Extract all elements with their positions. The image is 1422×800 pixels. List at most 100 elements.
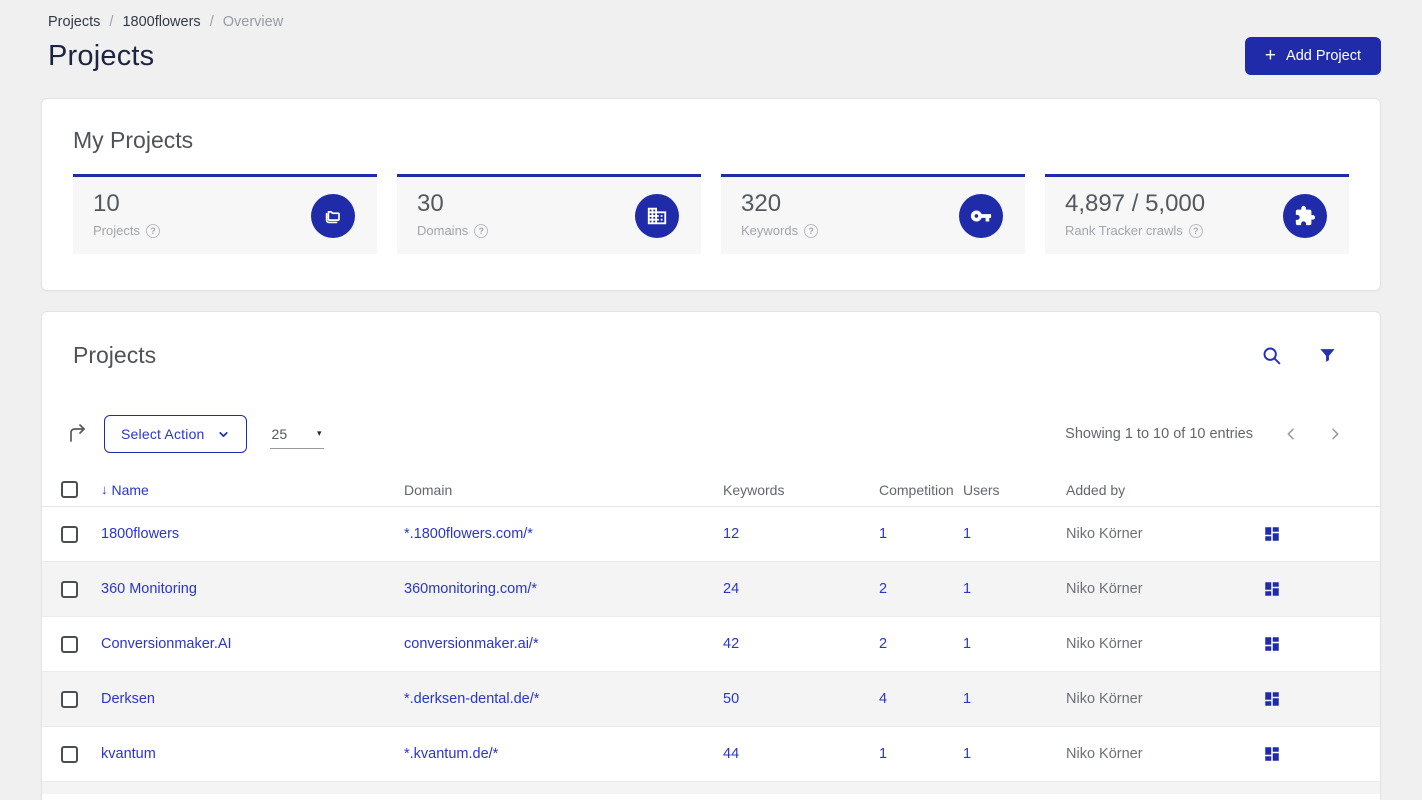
added-by-name: Niko Körner: [1066, 581, 1143, 597]
dropdown-triangle-icon: ▾: [317, 428, 322, 438]
help-icon[interactable]: ?: [804, 223, 819, 238]
column-header-name[interactable]: ↓ Name: [101, 482, 404, 498]
stat-label: Domains: [417, 223, 469, 238]
add-project-label: Add Project: [1286, 48, 1361, 64]
project-name-link[interactable]: 360 Monitoring: [101, 581, 404, 597]
help-icon[interactable]: ?: [1188, 223, 1203, 238]
project-domain-link[interactable]: *.1800flowers.com/*: [404, 526, 723, 542]
chevron-down-icon: [218, 431, 228, 437]
breadcrumb-projects[interactable]: Projects: [48, 14, 100, 30]
users-count[interactable]: 1: [963, 746, 1066, 762]
share-arrow-icon: [70, 424, 85, 442]
column-header-users[interactable]: Users: [963, 482, 1066, 498]
table-row: kvantum *.kvantum.de/* 44 1 1 Niko Körne…: [42, 727, 1380, 782]
stat-label: Keywords: [741, 223, 799, 238]
project-name-link[interactable]: 1800flowers: [101, 526, 404, 542]
row-checkbox[interactable]: [61, 635, 78, 653]
table-header-row: ↓ Name Domain Keywords Competition Users…: [42, 473, 1380, 507]
my-projects-card: My Projects 10 Projects ? 30 Domains ? 3…: [41, 98, 1381, 291]
folders-icon: [311, 193, 355, 238]
filter-icon: [1320, 349, 1335, 362]
chevron-right-icon: [1332, 428, 1339, 440]
projects-table-title: Projects: [73, 342, 157, 368]
keywords-count[interactable]: 50: [723, 691, 879, 707]
competition-count[interactable]: 2: [879, 636, 963, 652]
keywords-count[interactable]: 44: [723, 746, 879, 762]
project-domain-link[interactable]: *.kvantum.de/*: [404, 746, 723, 762]
column-header-domain[interactable]: Domain: [404, 482, 723, 498]
project-name-link[interactable]: kvantum: [101, 746, 404, 762]
stat-card-keywords: 320 Keywords ?: [721, 174, 1025, 254]
row-checkbox[interactable]: [61, 525, 78, 543]
page-title: Projects: [48, 39, 155, 72]
breadcrumb-separator: /: [209, 14, 214, 30]
keywords-count[interactable]: 24: [723, 581, 879, 597]
users-count[interactable]: 1: [963, 691, 1066, 707]
my-projects-title: My Projects: [73, 127, 194, 153]
competition-count[interactable]: 1: [879, 526, 963, 542]
building-icon: [635, 193, 679, 238]
select-all-checkbox[interactable]: [61, 481, 78, 498]
sort-descending-icon: ↓: [101, 482, 108, 497]
competition-count[interactable]: 4: [879, 691, 963, 707]
project-dashboard-button[interactable]: [1263, 580, 1281, 598]
project-name-link[interactable]: Conversionmaker.AI: [101, 636, 404, 652]
dashboard-icon: [1265, 747, 1279, 761]
next-page-button[interactable]: [1321, 420, 1349, 448]
table-body: 1800flowers *.1800flowers.com/* 12 1 1 N…: [42, 507, 1380, 782]
stats-row: 10 Projects ? 30 Domains ? 320 Keywords …: [73, 174, 1349, 254]
export-share-button[interactable]: [66, 422, 90, 446]
keywords-count[interactable]: 42: [723, 636, 879, 652]
table-row: 360 Monitoring 360monitoring.com/* 24 2 …: [42, 562, 1380, 617]
row-checkbox[interactable]: [61, 745, 78, 763]
projects-table: ↓ Name Domain Keywords Competition Users…: [42, 473, 1380, 794]
dashboard-icon: [1265, 527, 1279, 541]
users-count[interactable]: 1: [963, 526, 1066, 542]
search-icon: [1263, 347, 1281, 365]
dashboard-icon: [1265, 692, 1279, 706]
breadcrumb-separator: /: [109, 14, 114, 30]
project-dashboard-button[interactable]: [1263, 690, 1281, 708]
key-icon: [959, 193, 1003, 238]
plus-icon: +: [1264, 44, 1277, 66]
breadcrumb-project-name[interactable]: 1800flowers: [122, 14, 200, 30]
previous-page-button[interactable]: [1277, 420, 1305, 448]
help-icon[interactable]: ?: [145, 223, 160, 238]
showing-entries-text: Showing 1 to 10 of 10 entries: [1065, 426, 1253, 442]
stat-card-domains: 30 Domains ?: [397, 174, 701, 254]
column-header-competition[interactable]: Competition: [879, 482, 963, 498]
competition-count[interactable]: 2: [879, 581, 963, 597]
project-dashboard-button[interactable]: [1263, 525, 1281, 543]
add-project-button[interactable]: + Add Project: [1244, 37, 1381, 75]
project-name-link[interactable]: Derksen: [101, 691, 404, 707]
column-header-added-by[interactable]: Added by: [1066, 482, 1263, 498]
dashboard-icon: [1265, 637, 1279, 651]
table-row: 1800flowers *.1800flowers.com/* 12 1 1 N…: [42, 507, 1380, 562]
stat-card-rank-tracker: 4,897 / 5,000 Rank Tracker crawls ?: [1045, 174, 1349, 254]
row-checkbox[interactable]: [61, 580, 78, 598]
added-by-name: Niko Körner: [1066, 746, 1143, 762]
project-dashboard-button[interactable]: [1263, 745, 1281, 763]
dashboard-icon: [1265, 582, 1279, 596]
project-dashboard-button[interactable]: [1263, 635, 1281, 653]
stat-card-projects: 10 Projects ?: [73, 174, 377, 254]
keywords-count[interactable]: 12: [723, 526, 879, 542]
stat-label: Rank Tracker crawls: [1065, 223, 1183, 238]
filter-button[interactable]: [1318, 346, 1337, 365]
puzzle-icon: [1283, 193, 1327, 238]
project-domain-link[interactable]: 360monitoring.com/*: [404, 581, 723, 597]
page-size-select[interactable]: 25 ▾: [269, 419, 324, 449]
row-checkbox[interactable]: [61, 690, 78, 708]
users-count[interactable]: 1: [963, 636, 1066, 652]
project-domain-link[interactable]: conversionmaker.ai/*: [404, 636, 723, 652]
project-domain-link[interactable]: *.derksen-dental.de/*: [404, 691, 723, 707]
users-count[interactable]: 1: [963, 581, 1066, 597]
search-button[interactable]: [1261, 345, 1282, 366]
select-action-dropdown[interactable]: Select Action: [104, 415, 247, 453]
help-icon[interactable]: ?: [474, 223, 489, 238]
column-header-keywords[interactable]: Keywords: [723, 482, 879, 498]
page-size-value: 25: [271, 425, 288, 442]
stat-label: Projects: [93, 223, 140, 238]
select-action-label: Select Action: [121, 426, 205, 442]
competition-count[interactable]: 1: [879, 746, 963, 762]
